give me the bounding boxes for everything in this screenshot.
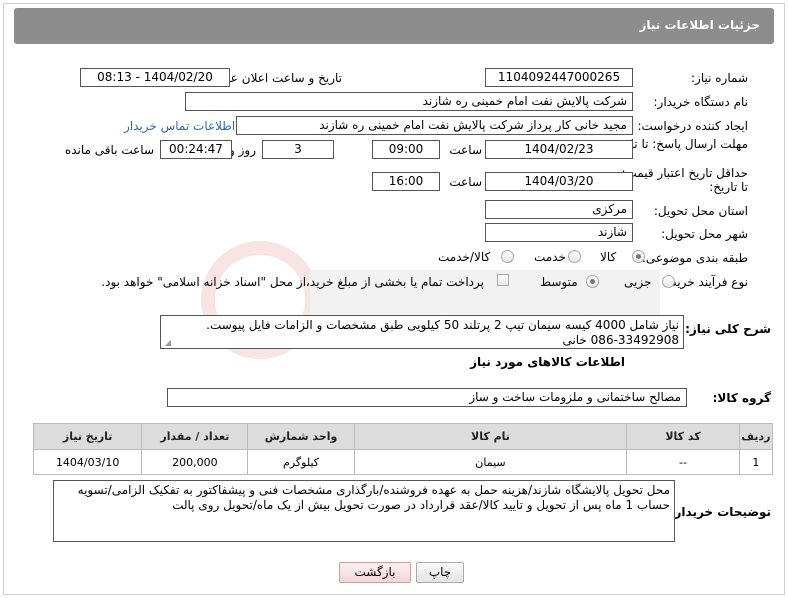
remaining-field: 00:24:47 [160, 140, 232, 159]
deadline-date-field: 1404/02/23 [485, 140, 633, 159]
process-type-label: نوع فرآیند خرید : [663, 275, 748, 289]
print-button[interactable]: چاپ [416, 562, 464, 583]
table-header-row: ردیف کد کالا نام کالا واحد شمارش تعداد /… [32, 423, 774, 450]
col-unit: واحد شمارش [247, 423, 355, 450]
process-medium-radio[interactable] [586, 275, 599, 288]
goods-group-label: گروه کالا: [712, 391, 771, 405]
need-number-field: 1104092447000265 [485, 68, 633, 87]
deadline-time-label: ساعت [449, 143, 482, 157]
days-field: 3 [262, 140, 334, 159]
category-service-label: خدمت [534, 250, 566, 264]
category-goods-radio[interactable] [632, 250, 645, 263]
description-text: نیاز شامل 4000 کیسه سیمان تیپ 2 پرتلند 5… [206, 318, 679, 347]
validity-time-field: 16:00 [372, 172, 440, 191]
contact-info-link[interactable]: اطلاعات تماس خریدار [124, 119, 235, 133]
buyer-notes-text: محل تحویل پالایشگاه شازند/هزینه حمل به ع… [77, 483, 670, 512]
city-field: شازند [485, 223, 633, 242]
cell-row-number: 1 [738, 449, 774, 475]
cell-need-date: 1404/03/10 [32, 449, 143, 475]
col-quantity: تعداد / مقدار [141, 423, 249, 450]
buyer-org-label: نام دستگاه خريدار: [653, 95, 749, 109]
description-label: شرح کلی نیاز: [685, 322, 771, 336]
cell-goods-name: سیمان [353, 449, 628, 475]
category-service-radio[interactable] [568, 250, 581, 263]
buyer-notes-label: توضیحات خریدار: [669, 505, 771, 519]
cell-quantity: 200,000 [141, 449, 249, 475]
category-goods-service-label: کالا/خدمت [438, 250, 491, 264]
table-row: 1 -- سیمان کیلوگرم 200,000 1404/03/10 [32, 449, 774, 475]
remaining-label: ساعت باقی مانده [64, 143, 154, 157]
col-need-date: تاریخ نیاز [32, 423, 143, 450]
creator-field: مجید خانی کار پرداز شرکت پالایش نفت امام… [236, 116, 633, 135]
cell-goods-code: -- [626, 449, 740, 475]
col-goods-code: کد کالا [626, 423, 740, 450]
announce-field: 1404/02/20 - 08:13 [80, 68, 230, 87]
treasury-payment-checkbox[interactable] [497, 274, 509, 286]
process-minor-radio[interactable] [662, 275, 675, 288]
deadline-time-field: 09:00 [372, 140, 440, 159]
buyer-org-field: شرکت پالایش نفت امام خمینی ره شازند [185, 92, 633, 111]
need-number-label: شماره نیاز: [691, 71, 748, 85]
payment-note: پرداخت تمام یا بخشی از مبلغ خرید،از محل … [101, 275, 484, 289]
resize-grip-icon[interactable]: ◢ [163, 339, 171, 347]
process-minor-label: جزیی [624, 275, 652, 289]
description-field: نیاز شامل 4000 کیسه سیمان تیپ 2 پرتلند 5… [160, 315, 684, 349]
province-field: مرکزی [485, 200, 633, 219]
category-label: طبقه بندی موضوعی: [641, 251, 748, 265]
creator-label: ایجاد کننده درخواست: [637, 119, 748, 133]
col-goods-name: نام کالا [353, 423, 628, 450]
validity-date-field: 1404/03/20 [485, 172, 633, 191]
col-row-number: ردیف [738, 423, 774, 450]
page-title: جزئیات اطلاعات نیاز [639, 18, 760, 32]
category-goods-service-radio[interactable] [501, 250, 514, 263]
days-label: روز و [229, 143, 256, 157]
title-bar: جزئیات اطلاعات نیاز [14, 8, 774, 44]
goods-table: ردیف کد کالا نام کالا واحد شمارش تعداد /… [32, 423, 774, 475]
cell-unit: کیلوگرم [247, 449, 355, 475]
goods-info-title: اطلاعات کالاهای مورد نیاز [470, 355, 625, 369]
back-button[interactable]: بازگشت [339, 562, 411, 583]
city-label: شهر محل تحویل: [661, 227, 748, 241]
province-label: استان محل تحویل: [653, 204, 748, 218]
buyer-notes-field: محل تحویل پالایشگاه شازند/هزینه حمل به ع… [53, 480, 675, 542]
validity-time-label: ساعت [449, 175, 482, 189]
process-medium-label: متوسط [540, 275, 578, 289]
goods-group-field: مصالح ساختمانی و ملزومات ساخت و ساز [167, 388, 687, 407]
category-goods-label: کالا [600, 250, 617, 264]
price-validity-label: حداقل تاریخ اعتبار قیمت: تا تاریخ: [621, 166, 748, 194]
